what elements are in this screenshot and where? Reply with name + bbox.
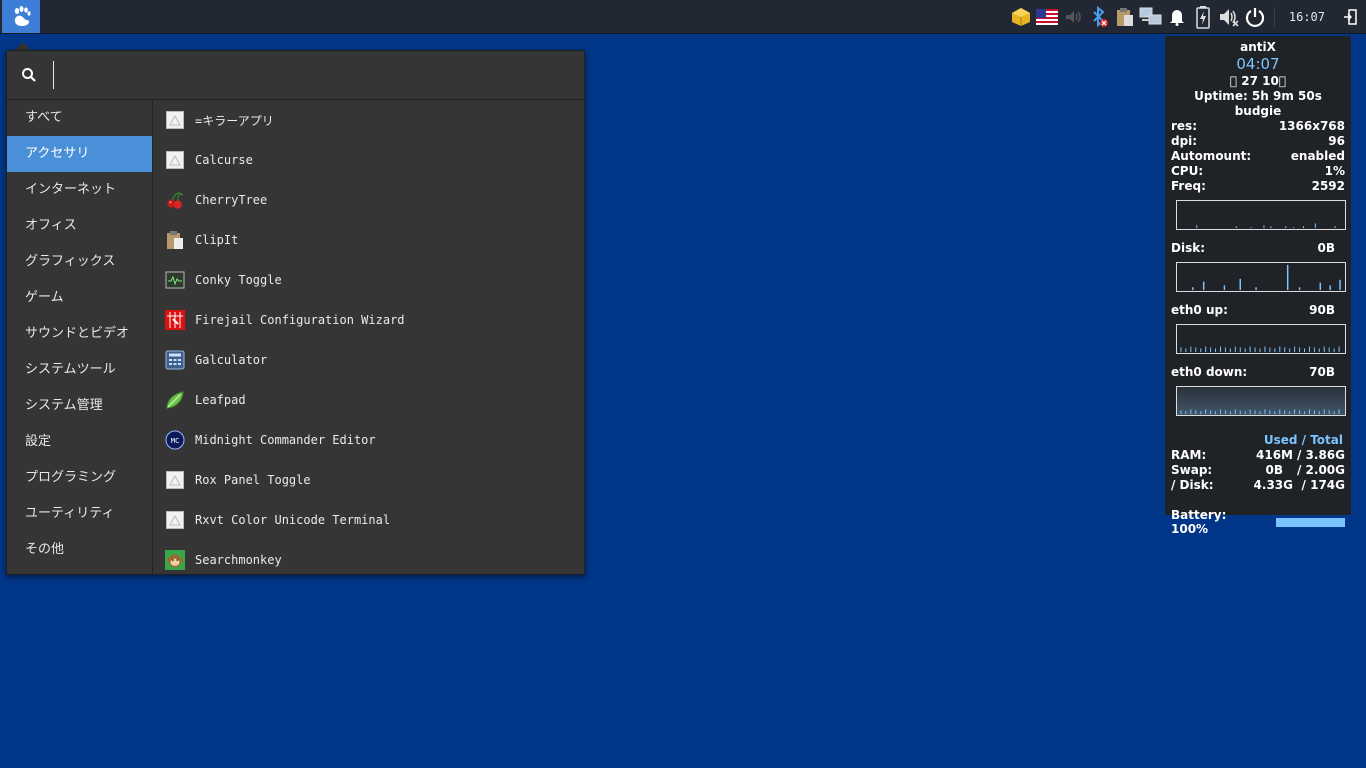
conky-stat-res: res: 1366x768 (1171, 119, 1345, 133)
app-item-clipit[interactable]: ClipIt (153, 220, 584, 260)
app-item-calcurse[interactable]: Calcurse (153, 140, 584, 180)
monkey-icon (165, 550, 185, 570)
conky-disk: Disk: 0B (1171, 241, 1335, 255)
conky-widget: antiX 04:07   27 10  Uptime: 5h 9m 50s b… (1165, 36, 1351, 536)
app-item-label: Firejail Configuration Wizard (195, 313, 405, 327)
app-item-label: Rxvt Color Unicode Terminal (195, 513, 391, 527)
category-system-tools[interactable]: システムツール (7, 352, 152, 388)
app-item-conky-toggle[interactable]: Conky Toggle (153, 260, 584, 300)
gnome-foot-icon (14, 5, 31, 26)
conky-eth-down: eth0 down: 70B (1171, 365, 1335, 379)
placeholder-icon (165, 510, 185, 530)
cpu-graph (1176, 200, 1346, 230)
app-item-cherrytree[interactable]: CherryTree (153, 180, 584, 220)
category-all[interactable]: すべて (7, 100, 152, 136)
firejail-icon (165, 310, 185, 330)
conky-stat-freq: Freq: 2592 (1171, 179, 1345, 193)
category-system-admin[interactable]: システム管理 (7, 388, 152, 424)
network-icon[interactable] (1139, 5, 1163, 29)
app-menu-button[interactable] (2, 0, 40, 33)
placeholder-icon (165, 470, 185, 490)
app-item-label: ClipIt (195, 233, 239, 247)
volume-muted-icon[interactable] (1217, 5, 1241, 29)
category-sound-video[interactable]: サウンドとビデオ (7, 316, 152, 352)
clipboard-icon[interactable] (1113, 5, 1137, 29)
conky-time: 04:07 (1236, 55, 1280, 73)
app-item-mc-editor[interactable]: MC Midnight Commander Editor (153, 420, 584, 460)
category-list: すべて アクセサリ インターネット オフィス グラフィックス ゲーム サウンドと… (7, 100, 153, 574)
category-other[interactable]: その他 (7, 532, 152, 568)
conky-date:   27 10  (1229, 74, 1287, 88)
category-utilities[interactable]: ユーティリティ (7, 496, 152, 532)
search-icon (22, 68, 36, 82)
app-item-rox-panel-toggle[interactable]: Rox Panel Toggle (153, 460, 584, 500)
placeholder-icon (165, 150, 185, 170)
calculator-icon (165, 350, 185, 370)
mc-icon: MC (165, 430, 185, 450)
app-item-killer-apps[interactable]: =キラーアプリ (153, 100, 584, 140)
disk-graph (1176, 262, 1346, 292)
app-item-rxvt-terminal[interactable]: Rxvt Color Unicode Terminal (153, 500, 584, 540)
svg-text:MC: MC (171, 437, 179, 445)
conky-user: budgie (1234, 104, 1282, 118)
app-item-leafpad[interactable]: Leafpad (153, 380, 584, 420)
app-item-label: Searchmonkey (195, 553, 282, 567)
conky-eth-up: eth0 up: 90B (1171, 303, 1335, 317)
app-item-label: =キラーアプリ (195, 113, 274, 128)
app-list: =キラーアプリ Calcurse CherryTree ClipIt Conky… (153, 100, 584, 574)
notification-bell-icon[interactable] (1165, 5, 1189, 29)
app-item-label: Calcurse (195, 153, 253, 167)
conky-stat-cpu: CPU: 1% (1171, 164, 1345, 178)
logout-icon[interactable] (1338, 5, 1362, 29)
app-item-galculator[interactable]: Galculator (153, 340, 584, 380)
battery-charging-icon[interactable] (1191, 5, 1215, 29)
app-item-label: Galculator (195, 353, 268, 367)
category-accessories[interactable]: アクセサリ (7, 136, 152, 172)
conky-ram: RAM: 416M/ 3.86G (1171, 448, 1345, 462)
menu-caret (15, 42, 31, 50)
app-item-label: Conky Toggle (195, 273, 282, 287)
conky-root-disk: / Disk: 4.33G/ 174G (1171, 478, 1345, 492)
app-item-label: CherryTree (195, 193, 268, 207)
battery-level-bar (1276, 517, 1345, 527)
menu-search-input[interactable] (53, 61, 570, 89)
category-graphics[interactable]: グラフィックス (7, 244, 152, 280)
menu-search-row (7, 51, 584, 100)
category-games[interactable]: ゲーム (7, 280, 152, 316)
app-item-firejail-wizard[interactable]: Firejail Configuration Wizard (153, 300, 584, 340)
category-internet[interactable]: インターネット (7, 172, 152, 208)
placeholder-icon (165, 110, 185, 130)
bluetooth-icon[interactable] (1087, 5, 1111, 29)
panel-clock[interactable]: 16:07 (1273, 6, 1337, 27)
conky-stat-automount: Automount: enabled (1171, 149, 1345, 163)
app-item-label: Rox Panel Toggle (195, 473, 311, 487)
eth-down-graph (1176, 386, 1346, 416)
monitor-icon (165, 270, 185, 290)
conky-used-total-header: Used / Total (1263, 433, 1343, 447)
top-panel: 16:07 (0, 0, 1366, 34)
application-menu: すべて アクセサリ インターネット オフィス グラフィックス ゲーム サウンドと… (6, 50, 585, 575)
app-item-label: Midnight Commander Editor (195, 433, 376, 447)
conky-battery: Battery: 100% (1165, 508, 1351, 536)
conky-uptime: Uptime: 5h 9m 50s (1194, 89, 1322, 103)
us-flag-icon[interactable] (1035, 5, 1059, 29)
conky-hostname: antiX (1240, 40, 1276, 54)
eth-up-graph (1176, 324, 1346, 354)
package-updates-icon[interactable] (1009, 5, 1033, 29)
conky-stat-dpi: dpi: 96 (1171, 134, 1345, 148)
category-programming[interactable]: プログラミング (7, 460, 152, 496)
category-office[interactable]: オフィス (7, 208, 152, 244)
conky-swap: Swap: 0B/ 2.00G (1171, 463, 1345, 477)
cherry-icon (165, 190, 185, 210)
power-icon[interactable] (1243, 5, 1267, 29)
leaf-icon (165, 390, 185, 410)
clipboard-icon (165, 230, 185, 250)
category-settings[interactable]: 設定 (7, 424, 152, 460)
app-item-label: Leafpad (195, 393, 246, 407)
volume-icon[interactable] (1061, 5, 1085, 29)
system-tray: 16:07 (1008, 0, 1366, 33)
app-item-searchmonkey[interactable]: Searchmonkey (153, 540, 584, 574)
